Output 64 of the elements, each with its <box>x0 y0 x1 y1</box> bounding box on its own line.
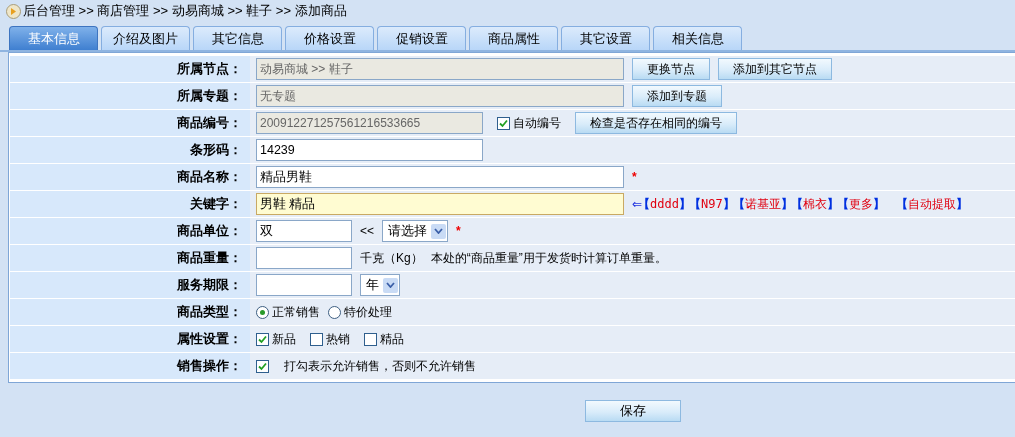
field-label: 商品类型： <box>177 303 242 321</box>
checkbox-label: 自动编号 <box>513 114 561 132</box>
radio-button[interactable] <box>256 305 269 319</box>
text-field[interactable]: 精品男鞋 <box>256 166 624 188</box>
field-label: 关键字： <box>190 195 242 213</box>
hint-text: 本处的“商品重量”用于发货时计算订单重量。 <box>430 249 667 267</box>
dropdown[interactable]: 年 <box>360 274 400 296</box>
action-button[interactable]: 添加到其它节点 <box>718 58 832 80</box>
field-label: 商品名称： <box>177 168 242 186</box>
field-label: 条形码： <box>190 141 242 159</box>
text-field[interactable] <box>256 274 352 296</box>
keyword-link[interactable]: 【棉衣】 <box>790 195 839 213</box>
text-field[interactable]: 双 <box>256 220 352 242</box>
tab[interactable]: 其它信息 <box>193 26 282 50</box>
checkbox[interactable] <box>256 359 269 373</box>
field-label: 商品编号： <box>177 114 242 132</box>
field-label: 所属专题： <box>177 87 242 105</box>
tab[interactable]: 相关信息 <box>653 26 742 50</box>
checkbox-label: 新品 <box>272 330 296 348</box>
field-label: 属性设置： <box>177 330 242 348</box>
tab[interactable]: 介绍及图片 <box>101 26 190 50</box>
save-button[interactable]: 保存 <box>585 400 681 422</box>
required-mark: * <box>456 224 461 238</box>
tab[interactable]: 价格设置 <box>285 26 374 50</box>
checkbox[interactable] <box>364 332 377 346</box>
field-label: 商品重量： <box>177 249 242 267</box>
text-field[interactable]: 男鞋 精品 <box>256 193 624 215</box>
checkbox-label: 精品 <box>380 330 404 348</box>
field-label: 销售操作： <box>177 357 242 375</box>
tab[interactable]: 商品属性 <box>469 26 558 50</box>
caret-icon <box>431 223 446 239</box>
keyword-link[interactable]: 【自动提取】 <box>895 195 968 213</box>
hint-text: << <box>360 224 374 238</box>
tab[interactable]: 促销设置 <box>377 26 466 50</box>
radio-label: 特价处理 <box>344 303 392 321</box>
breadcrumb: 后台管理 >> 商店管理 >> 动易商城 >> 鞋子 >> 添加商品 <box>23 2 347 20</box>
action-button[interactable]: 检查是否存在相同的编号 <box>575 112 737 134</box>
checkbox-label: 热销 <box>326 330 350 348</box>
text-field[interactable]: 14239 <box>256 139 483 161</box>
text-field[interactable]: 无专题 <box>256 85 624 107</box>
arrow-symbol: ⇐ <box>632 197 643 211</box>
text-field[interactable] <box>256 247 352 269</box>
keyword-link[interactable]: 【N97】 <box>688 195 735 213</box>
checkbox[interactable] <box>497 116 510 130</box>
radio-label: 正常销售 <box>272 303 320 321</box>
arrow-circle-icon <box>6 3 21 19</box>
radio-button[interactable] <box>328 305 341 319</box>
keyword-link[interactable]: 【更多】 <box>836 195 885 213</box>
checkbox-label: 打勾表示允许销售，否则不允许销售 <box>284 357 476 375</box>
hint-text: 千克（Kg） <box>360 249 423 267</box>
tab[interactable]: 其它设置 <box>561 26 650 50</box>
checkbox[interactable] <box>256 332 269 346</box>
text-field[interactable]: 200912271257561216533665 <box>256 112 483 134</box>
action-button[interactable]: 添加到专题 <box>632 85 722 107</box>
checkbox[interactable] <box>310 332 323 346</box>
action-button[interactable]: 更换节点 <box>632 58 710 80</box>
field-label: 所属节点： <box>177 60 242 78</box>
text-field[interactable]: 动易商城 >> 鞋子 <box>256 58 624 80</box>
field-label: 服务期限： <box>177 276 242 294</box>
caret-icon <box>383 277 398 293</box>
keyword-link[interactable]: 【诺基亚】 <box>732 195 793 213</box>
dropdown[interactable]: 请选择 <box>382 220 448 242</box>
field-label: 商品单位： <box>177 222 242 240</box>
required-mark: * <box>632 170 637 184</box>
